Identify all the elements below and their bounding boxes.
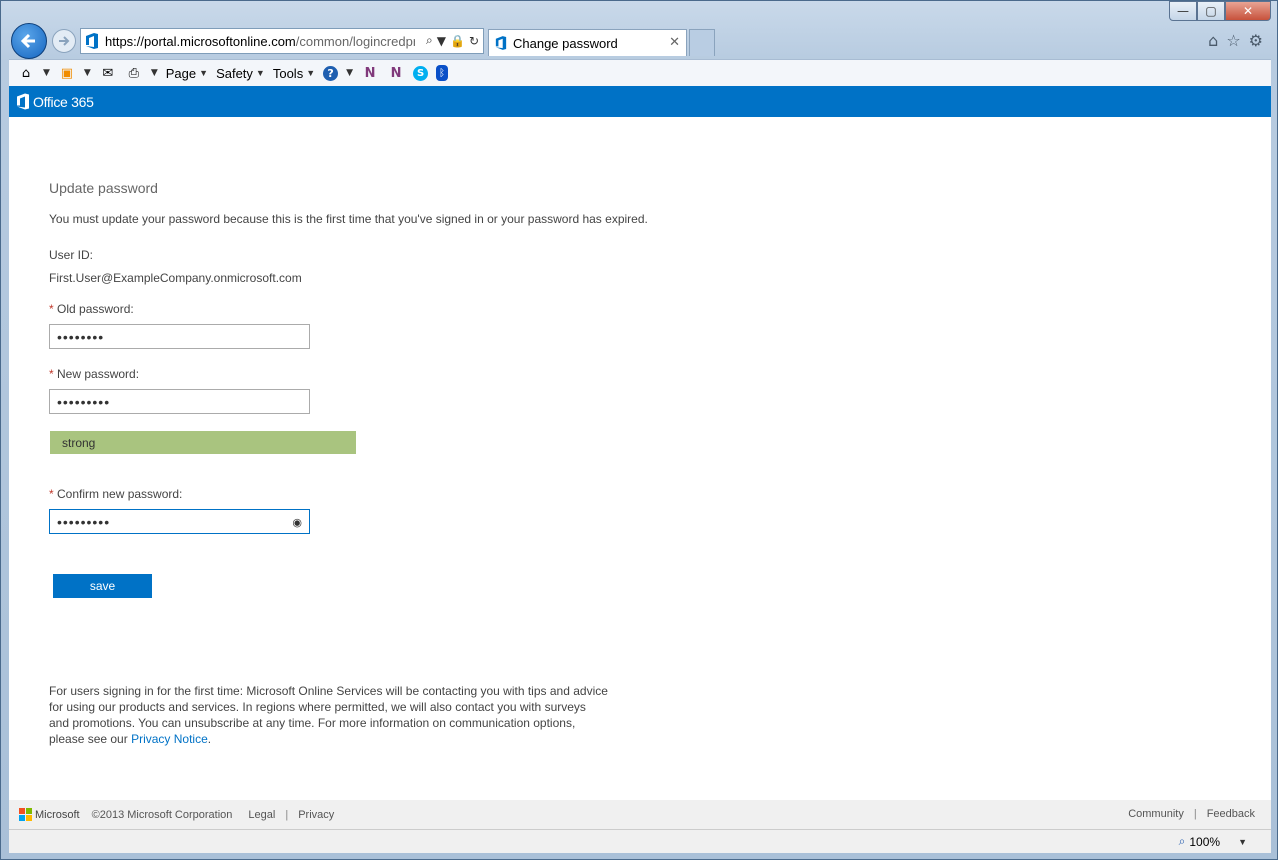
brand-name: Office 365 <box>33 93 94 110</box>
user-id-value: First.User@ExampleCompany.onmicrosoft.co… <box>49 271 302 285</box>
page-menu[interactable]: Page ▼ <box>166 66 208 81</box>
minimize-button[interactable]: — <box>1169 1 1197 21</box>
first-signin-notice: For users signing in for the first time:… <box>49 684 608 746</box>
intro-text: You must update your password because th… <box>49 212 648 226</box>
print-dropdown-icon[interactable]: ▼ <box>151 68 158 78</box>
home-dropdown-icon[interactable]: ▼ <box>43 68 50 78</box>
refresh-icon[interactable]: ↻ <box>469 34 479 48</box>
privacy-notice-link[interactable]: Privacy Notice <box>131 732 208 746</box>
command-bar: ⌂ ▼ ▣ ▼ ✉ ⎙ ▼ Page ▼ Safety ▼ Tools ▼ ? ▼ N N S… <box>9 59 1271 86</box>
office-favicon-icon <box>495 36 507 50</box>
zoom-control[interactable]: ⌕ 100% ▼ <box>1179 834 1247 849</box>
save-button[interactable]: save <box>53 574 152 598</box>
zoom-level: 100% <box>1189 834 1221 849</box>
tab-change-password[interactable]: Change password ✕ <box>488 29 687 56</box>
back-arrow-icon <box>20 33 35 49</box>
office-logo-icon <box>17 93 29 110</box>
close-button[interactable]: ✕ <box>1225 1 1271 21</box>
copyright: ©2013 Microsoft Corporation <box>91 808 233 821</box>
password-strength-indicator: strong <box>50 431 356 454</box>
old-password-field[interactable]: •••••••• <box>49 324 310 349</box>
tab-label: Change password <box>513 35 618 51</box>
tab-close-icon[interactable]: ✕ <box>669 35 680 50</box>
privacy-link[interactable]: Privacy <box>298 809 334 821</box>
page-title: Update password <box>49 180 158 196</box>
forward-button[interactable] <box>52 29 76 53</box>
onenote-icon[interactable]: N <box>361 64 379 82</box>
home-icon[interactable]: ⌂ <box>1208 31 1218 50</box>
address-bar[interactable]: https://portal.microsoftonline.com/commo… <box>80 28 484 54</box>
confirm-password-label: * Confirm new password: <box>49 487 183 501</box>
url-text[interactable]: https://portal.microsoftonline.com/commo… <box>105 34 415 49</box>
confirm-password-field[interactable]: ••••••••• ◉ <box>49 509 310 534</box>
safety-menu[interactable]: Safety ▼ <box>216 66 265 81</box>
bluetooth-icon[interactable]: ᛒ <box>436 65 449 81</box>
onenote-linked-icon[interactable]: N <box>387 64 405 82</box>
mail-icon[interactable]: ✉ <box>99 64 117 82</box>
title-bar: https://portal.microsoftonline.com/commo… <box>1 1 1278 59</box>
window-controls: — ▢ ✕ <box>1169 1 1271 21</box>
skype-icon[interactable]: S <box>413 65 429 81</box>
help-dropdown-icon[interactable]: ▼ <box>346 68 353 78</box>
rss-feed-icon[interactable]: ▣ <box>58 64 76 82</box>
search-icon[interactable]: ⌕ <box>426 33 433 48</box>
page-footer: Microsoft ©2013 Microsoft Corporation Le… <box>9 800 1271 829</box>
settings-gear-icon[interactable]: ⚙ <box>1249 31 1263 50</box>
user-id-label: User ID: <box>49 248 94 262</box>
new-password-field[interactable]: ••••••••• <box>49 389 310 414</box>
microsoft-logo-icon <box>19 808 32 821</box>
old-password-label: * Old password: <box>49 302 134 316</box>
zoom-magnifier-icon: ⌕ <box>1178 834 1186 848</box>
favorites-star-icon[interactable]: ☆ <box>1226 31 1240 50</box>
page-viewport: Office 365 Update password You must upda… <box>9 86 1271 829</box>
browser-window: https://portal.microsoftonline.com/commo… <box>0 0 1278 860</box>
print-icon[interactable]: ⎙ <box>125 64 143 82</box>
separator: | <box>285 808 289 821</box>
office365-header: Office 365 <box>9 86 1271 117</box>
zoom-dropdown-icon[interactable]: ▼ <box>1238 837 1247 847</box>
microsoft-name: Microsoft <box>35 808 80 821</box>
separator: | <box>1193 808 1197 820</box>
dropdown-caret-icon[interactable]: ▼ <box>437 34 446 48</box>
reveal-password-eye-icon[interactable]: ◉ <box>292 516 303 529</box>
help-icon[interactable]: ? <box>323 65 339 81</box>
status-bar: ⌕ 100% ▼ <box>9 829 1271 853</box>
new-password-label: * New password: <box>49 367 140 381</box>
home-icon[interactable]: ⌂ <box>17 64 35 82</box>
office-favicon-icon <box>86 33 98 49</box>
legal-link[interactable]: Legal <box>248 809 275 821</box>
maximize-button[interactable]: ▢ <box>1197 1 1225 21</box>
community-link[interactable]: Community <box>1128 808 1184 820</box>
tools-menu[interactable]: Tools ▼ <box>273 66 315 81</box>
feed-dropdown-icon[interactable]: ▼ <box>84 68 91 78</box>
forward-arrow-icon <box>59 36 70 46</box>
feedback-link[interactable]: Feedback <box>1207 808 1255 820</box>
back-button[interactable] <box>11 23 47 59</box>
new-tab-button[interactable] <box>689 29 715 56</box>
lock-icon[interactable]: 🔒 <box>450 34 465 48</box>
